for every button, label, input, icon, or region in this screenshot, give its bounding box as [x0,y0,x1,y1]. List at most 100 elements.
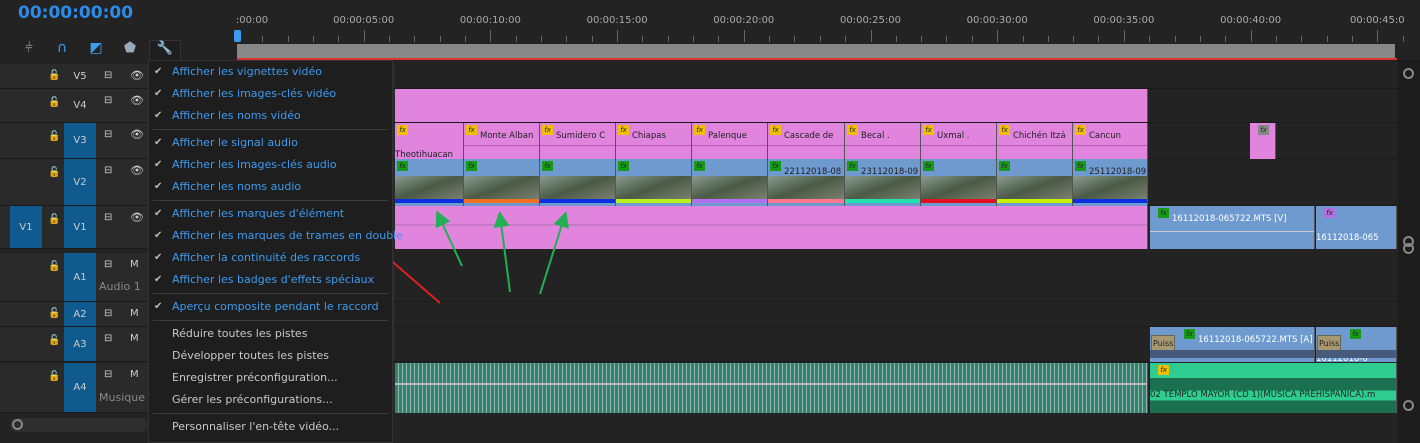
mute-button[interactable]: M [130,369,139,380]
v2-video-clip[interactable]: fx17112018-124 [395,159,464,206]
work-area-bar[interactable] [237,44,1395,58]
lock-icon[interactable]: 🔓 [48,371,60,382]
track-target[interactable]: V4 [64,89,96,122]
lock-icon[interactable]: 🔓 [48,167,60,178]
playhead-timecode[interactable]: 00:00:00:00 [18,3,133,23]
track-target[interactable]: V1 [64,206,96,248]
clip-adjustment-layer[interactable] [395,89,1148,122]
menu-item[interactable]: ✔ Afficher les noms audio [149,176,392,198]
v2-video-clip[interactable]: fx19112018-133 [540,159,616,206]
v3-title-clip[interactable]: fxSumidero C [540,123,616,159]
v3-title-clip[interactable]: fxBecal . [845,123,921,159]
linked-selection-icon[interactable]: ◩ [85,40,107,58]
track-target[interactable]: V3 [64,123,96,158]
menu-item[interactable]: Personnaliser l'en-tête vidéo... [149,416,392,438]
eye-icon[interactable]: 👁 [130,211,144,224]
menu-item[interactable]: Développer toutes les pistes [149,345,392,367]
a4-music-clip[interactable]: fx 02 TEMPLO MAYOR (CD 1)(MUSICA PREHISPA… [1150,363,1397,413]
v3-title-clip[interactable]: fx Theotihuacan [395,123,464,159]
track-target[interactable]: V5 [64,64,96,88]
lock-icon[interactable]: 🔓 [48,214,60,225]
sync-lock-icon[interactable]: ⊟ [104,308,112,319]
menu-item[interactable]: Réduire toutes les pistes [149,323,392,345]
v3-title-clip[interactable]: fxCascade de [768,123,845,159]
lock-icon[interactable]: 🔓 [48,97,60,108]
v1-adjustment-clip[interactable] [395,206,1148,249]
track-target[interactable]: A2 [64,302,96,326]
scroll-handle[interactable] [1403,400,1414,411]
menu-item[interactable]: ✔ Afficher les marques de trames en doubl… [149,225,403,247]
playhead-handle[interactable] [234,30,241,42]
sync-lock-icon[interactable]: ⊟ [104,165,112,176]
v2-video-clip[interactable]: fx18112018-094 [464,159,540,206]
v1-video-clip[interactable]: fx16112018-065722.MTS [V] [1150,206,1315,249]
menu-item[interactable]: ✔ Afficher les images-clés audio [149,154,392,176]
menu-item[interactable]: ✔ Afficher la continuité des raccords [149,247,392,269]
sync-lock-icon[interactable]: ⊟ [104,95,112,106]
eye-icon[interactable]: 👁 [130,128,144,141]
scroll-handle[interactable] [1403,68,1414,79]
sync-lock-icon[interactable]: ⊟ [104,259,112,270]
v2-video-clip[interactable]: fx20112018-110 [616,159,692,206]
sync-lock-icon[interactable]: ⊟ [104,212,112,223]
track-target[interactable]: A1 [64,253,96,301]
v2-video-clip[interactable]: fx21112018-154 [692,159,768,206]
sync-lock-off-icon[interactable]: ⊟ [104,333,112,344]
lock-icon[interactable]: 🔓 [48,261,60,272]
v3-title-clip[interactable]: fxChichén Itzá [997,123,1073,159]
a3-audio-clip[interactable]: Puiss fx16112018-065722.MTS [A] [1150,327,1315,362]
sync-lock-icon[interactable]: ⊟ [104,129,112,140]
sync-lock-icon[interactable]: ⊟ [104,369,112,380]
v3-title-clip[interactable]: fxUxmal . [921,123,997,159]
menu-item[interactable]: ✔ Afficher les marques d'élément [149,203,392,225]
v3-title-clip[interactable]: fxChiapas [616,123,692,159]
mute-button[interactable]: M [130,259,139,270]
insert-sequence-icon[interactable]: ⫩ [18,40,40,58]
menu-item[interactable]: ✔ Aperçu composite pendant le raccord [149,296,392,318]
menu-item[interactable]: ✔ Afficher les images-clés vidéo [149,83,392,105]
v2-video-clip[interactable]: fx24112018-105 [997,159,1073,206]
eye-icon[interactable]: 👁 [130,94,144,107]
v2-video-clip[interactable]: fx25112018-09 [1073,159,1148,206]
a4-audio-clip[interactable] [395,363,1148,413]
timeline-settings-wrench-icon[interactable]: 🔧 [149,40,181,60]
lock-icon[interactable]: 🔓 [48,335,60,346]
vertical-scrollbar[interactable] [1398,60,1420,443]
v2-video-clip[interactable]: fx23112018-09 [845,159,921,206]
lock-icon[interactable]: 🔓 [48,131,60,142]
track-label[interactable]: Audio 1 [99,280,141,293]
ruler-tick [262,36,264,42]
fx-badge-icon: fx [847,125,858,135]
horizontal-zoom-scrollbar[interactable] [10,418,148,432]
menu-item[interactable]: Gérer les préconfigurations... [149,389,392,411]
clip-thumbnail [540,176,615,199]
mute-button[interactable]: M [130,333,139,344]
menu-item[interactable]: ✔ Afficher le signal audio [149,132,392,154]
snap-magnet-icon[interactable]: ∩ [51,40,73,58]
track-label[interactable]: Musique [99,391,145,404]
v3-title-clip[interactable]: fxMonte Alban [464,123,540,159]
mute-button[interactable]: M [130,308,139,319]
a3-audio-clip[interactable]: Puiss fx16112018-0 [1316,327,1397,362]
menu-item[interactable]: ✔ Afficher les vignettes vidéo [149,61,392,83]
source-patch[interactable]: V1 [10,206,42,248]
eye-icon[interactable]: 👁 [130,164,144,177]
v2-video-clip[interactable]: fx22112018-08 [768,159,845,206]
track-target[interactable]: A4 [64,363,96,412]
lock-icon[interactable]: 🔓 [48,70,60,81]
lock-icon[interactable]: 🔓 [48,308,60,319]
v3-clip[interactable]: fx [1250,123,1276,159]
track-target[interactable]: A3 [64,327,96,361]
v3-title-clip[interactable]: fxCancun [1073,123,1148,159]
add-marker-icon[interactable]: ⬟ [119,40,141,58]
v1-video-clip[interactable]: fx 16112018-065 [1316,206,1397,249]
eye-icon[interactable]: 👁 [130,69,144,82]
menu-item[interactable]: ✔ Afficher les badges d'effets spéciaux [149,269,392,291]
v3-title-clip[interactable]: fxPalenque [692,123,768,159]
sync-lock-icon[interactable]: ⊟ [104,70,112,81]
menu-item[interactable]: Enregistrer préconfiguration... [149,367,392,389]
menu-item[interactable]: ✔ Afficher les noms vidéo [149,105,392,127]
v2-video-clip[interactable]: fx23112018-113 [921,159,997,206]
track-target[interactable]: V2 [64,159,96,205]
scroll-handle[interactable] [1403,243,1414,254]
